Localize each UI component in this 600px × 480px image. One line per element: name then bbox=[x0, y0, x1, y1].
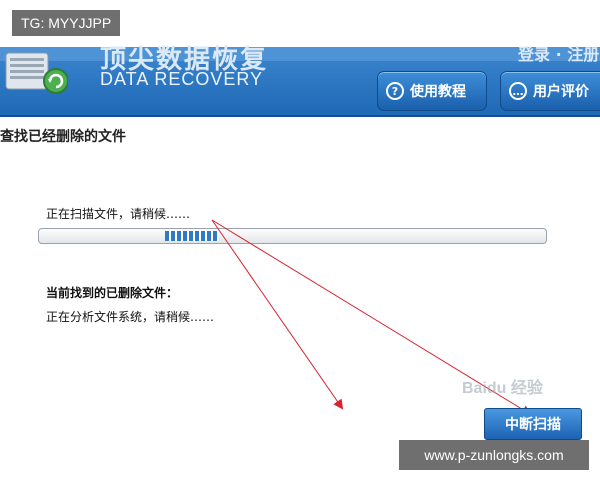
baidu-watermark: Baidu 经验 bbox=[462, 380, 543, 397]
annotation-arrow-to-center bbox=[211, 219, 344, 410]
stop-scan-button[interactable]: 中断扫描 bbox=[484, 408, 582, 440]
url-watermark-badge: www.p-zunlongks.com bbox=[399, 440, 589, 470]
